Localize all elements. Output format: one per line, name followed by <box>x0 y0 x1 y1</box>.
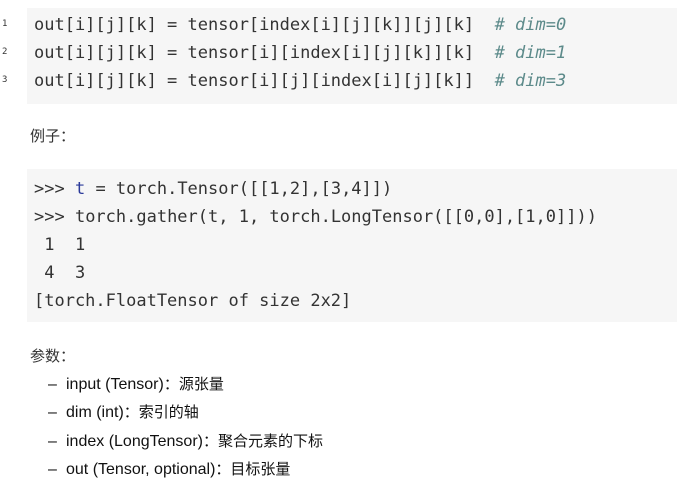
code-text: out[i][j][k] = tensor[index[i][j][k]][j]… <box>34 15 495 35</box>
param-name: out (Tensor, optional) <box>66 461 216 478</box>
line-number: 2 <box>2 47 8 57</box>
param-name: dim (int) <box>66 404 124 421</box>
code-output-line: 1 1 <box>34 235 85 255</box>
param-item-out: – out (Tensor, optional)：目标张量 <box>48 458 290 479</box>
code-block-gather-formula: out[i][j][k] = tensor[index[i][j][k]][j]… <box>27 8 677 104</box>
list-dash: – <box>48 376 57 393</box>
code-comment: # dim=3 <box>494 71 567 91</box>
list-dash: – <box>48 404 57 421</box>
param-item-input: – input (Tensor)：源张量 <box>48 373 224 394</box>
code-text: 4 3 <box>34 263 86 283</box>
code-text: out[i][j][k] = tensor[i][j][index[i][j][… <box>34 71 495 91</box>
code-text: [torch.FloatTensor of size 2x2] <box>34 291 352 311</box>
code-line: >>> torch.gather(t, 1, torch.LongTensor(… <box>34 207 597 227</box>
param-description: ：聚合元素的下标 <box>202 432 323 450</box>
code-text: out[i][j][k] = tensor[i][index[i][j][k]]… <box>34 43 495 63</box>
line-number: 1 <box>2 19 8 29</box>
repl-prompt: >>> <box>34 179 75 199</box>
code-text: = torch.Tensor([[1,2],[3,4]]) <box>85 179 393 199</box>
code-block-example: >>> t = torch.Tensor([[1,2],[3,4]]) >>> … <box>27 169 677 322</box>
param-description: ：目标张量 <box>215 460 291 478</box>
param-item-index: – index (LongTensor)：聚合元素的下标 <box>48 430 323 451</box>
code-output-line: [torch.FloatTensor of size 2x2] <box>34 291 351 311</box>
code-line: out[i][j][k] = tensor[i][j][index[i][j][… <box>34 71 566 91</box>
code-comment: # dim=1 <box>494 43 567 63</box>
code-variable: t <box>74 179 86 199</box>
line-number: 3 <box>2 75 8 85</box>
code-output-line: 4 3 <box>34 263 85 283</box>
repl-prompt: >>> <box>34 207 75 227</box>
param-description: ：索引的轴 <box>123 403 199 421</box>
param-description: ：源张量 <box>163 375 224 393</box>
param-name: index (LongTensor) <box>66 433 203 450</box>
list-dash: – <box>48 461 57 478</box>
params-heading: 参数： <box>30 347 76 365</box>
code-text: 1 1 <box>34 235 86 255</box>
code-line: >>> t = torch.Tensor([[1,2],[3,4]]) <box>34 179 392 199</box>
example-heading: 例子： <box>30 127 76 145</box>
param-name: input (Tensor) <box>66 376 164 393</box>
list-dash: – <box>48 433 57 450</box>
code-text: torch.gather(t, 1, torch.LongTensor([[0,… <box>74 207 597 227</box>
code-comment: # dim=0 <box>494 15 567 35</box>
code-line: out[i][j][k] = tensor[index[i][j][k]][j]… <box>34 15 566 35</box>
code-line: out[i][j][k] = tensor[i][index[i][j][k]]… <box>34 43 566 63</box>
param-item-dim: – dim (int)：索引的轴 <box>48 401 199 422</box>
